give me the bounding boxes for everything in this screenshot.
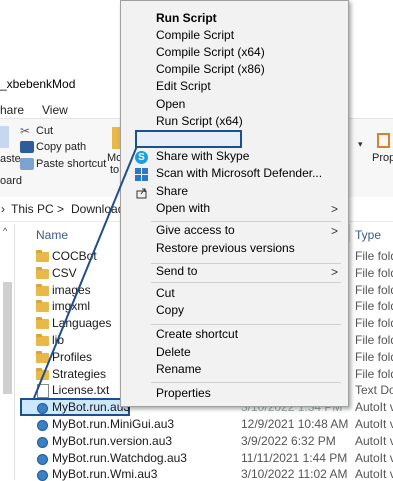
callout-connector: [33, 145, 138, 399]
